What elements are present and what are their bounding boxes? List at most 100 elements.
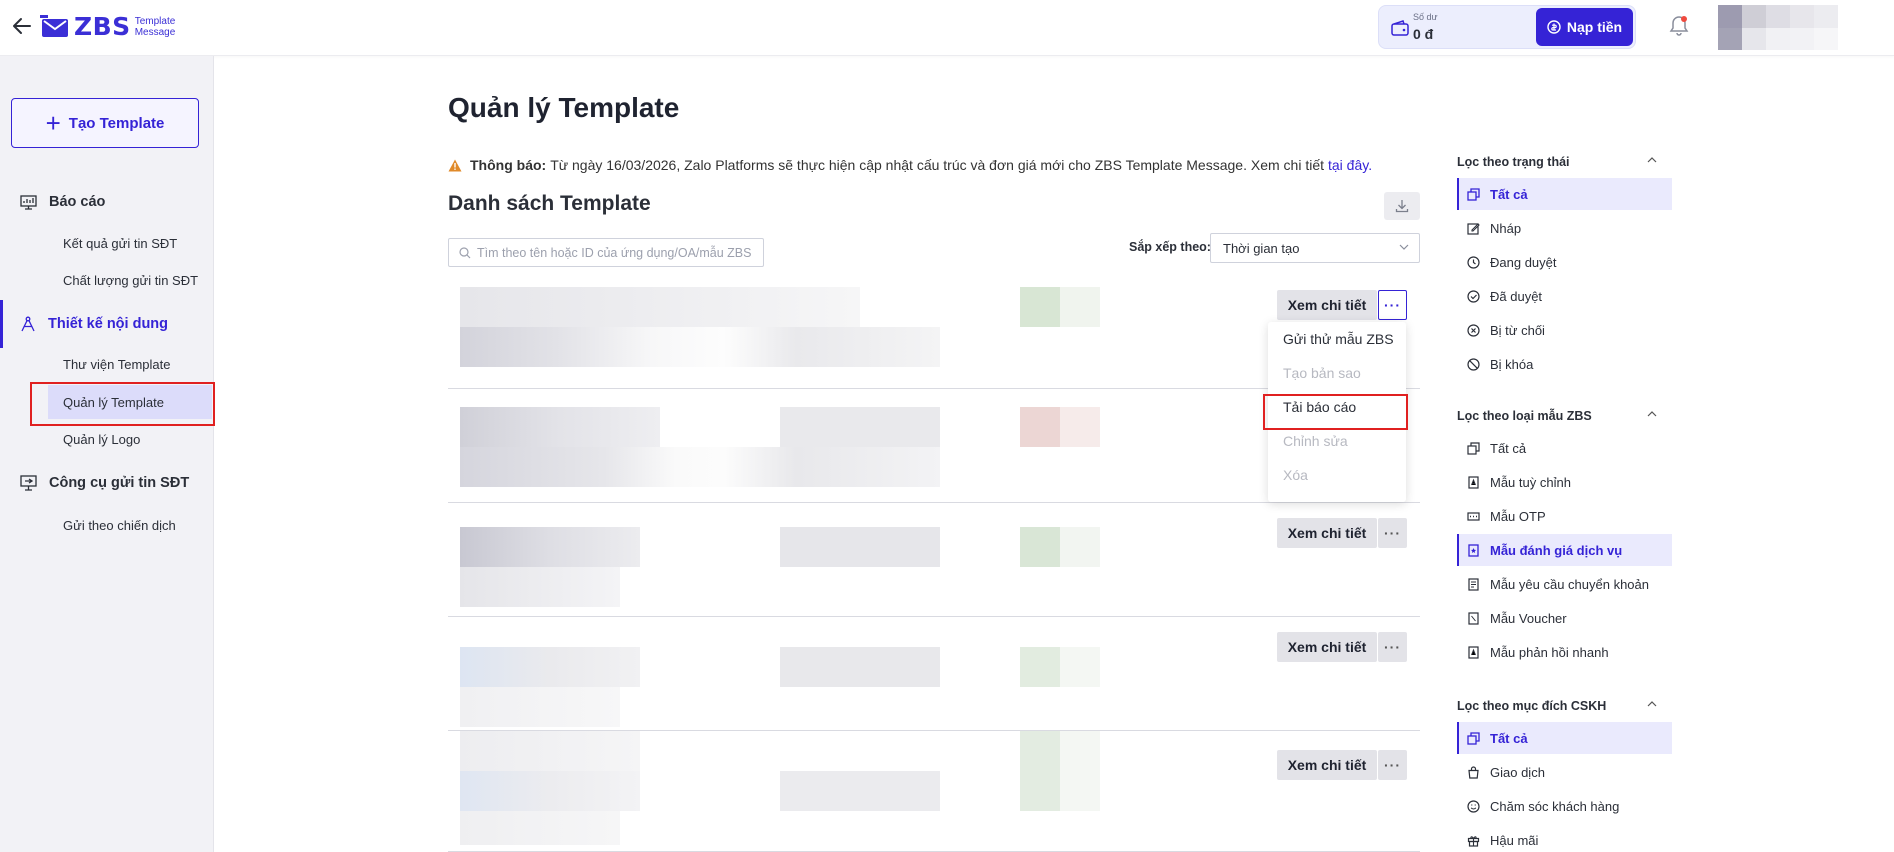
sidebar-item-manage-template[interactable]: Quản lý Template <box>48 385 212 419</box>
copy-icon <box>1467 187 1480 201</box>
view-detail-button[interactable]: Xem chi tiết <box>1277 632 1377 662</box>
blurred-template-info <box>460 731 1100 845</box>
more-options-button[interactable]: ··· <box>1378 290 1407 320</box>
more-options-button[interactable]: ··· <box>1378 750 1407 780</box>
monitor-send-icon <box>20 475 37 491</box>
filter-type-voucher[interactable]: Mẫu Voucher <box>1457 602 1672 634</box>
logo-subtitle-line2: Message <box>134 26 176 38</box>
menu-item-send-test[interactable]: Gửi thử mẫu ZBS <box>1268 322 1406 356</box>
more-options-button[interactable]: ··· <box>1378 632 1407 662</box>
filter-status-pending[interactable]: Đang duyệt <box>1457 246 1672 278</box>
sidebar-item-label: Chất lượng gửi tin SĐT <box>63 272 199 288</box>
sort-select[interactable]: Thời gian tạo <box>1210 233 1420 263</box>
filter-type-rating[interactable]: Mẫu đánh giá dịch vụ <box>1457 534 1672 566</box>
app-logo[interactable]: ZBS Template Message <box>40 12 175 41</box>
filter-status-all[interactable]: Tất cả <box>1457 178 1672 210</box>
sidebar-item-send-results[interactable]: Kết quả gửi tin SĐT <box>48 232 214 254</box>
filter-status-approved[interactable]: Đã duyệt <box>1457 280 1672 312</box>
sidebar-item-label: Gửi theo chiến dịch <box>63 517 176 533</box>
notice-title: Thông báo: <box>470 157 547 173</box>
menu-item-label: Gửi thử mẫu ZBS <box>1283 331 1394 347</box>
row-actions-menu: Gửi thử mẫu ZBS Tạo bản sao Tải báo cáo … <box>1268 322 1406 502</box>
list-title: Danh sách Template <box>448 192 651 215</box>
filter-header-label: Lọc theo loại mẫu ZBS <box>1457 409 1592 423</box>
filter-item-label: Tất cả <box>1490 440 1527 456</box>
filter-item-label: Chăm sóc khách hàng <box>1490 798 1620 814</box>
plus-icon: + <box>45 108 61 138</box>
sidebar-item-template-library[interactable]: Thư viện Template <box>48 353 214 375</box>
sidebar-item-send-quality[interactable]: Chất lượng gửi tin SĐT <box>48 269 214 291</box>
filter-type-all[interactable]: Tất cả <box>1457 432 1672 464</box>
bell-icon[interactable] <box>1668 14 1690 38</box>
filter-type-transfer[interactable]: Mẫu yêu cầu chuyển khoản <box>1457 568 1672 600</box>
filter-header-label: Lọc theo mục đích CSKH <box>1457 699 1607 713</box>
create-template-label: Tạo Template <box>68 114 165 132</box>
template-row: Xem chi tiết ··· <box>420 503 1420 617</box>
nav-group-content-design[interactable]: Thiết kế nội dung <box>0 300 214 348</box>
shopping-bag-icon <box>1468 765 1479 779</box>
filter-type-otp[interactable]: Mẫu OTP <box>1457 500 1672 532</box>
sort-value: Thời gian tạo <box>1223 240 1300 256</box>
view-detail-button[interactable]: Xem chi tiết <box>1277 750 1377 780</box>
more-options-icon: ··· <box>1384 297 1401 313</box>
filter-purpose-transaction[interactable]: Giao dịch <box>1457 756 1672 788</box>
create-template-button[interactable]: + Tạo Template <box>11 98 199 148</box>
filter-status-header[interactable]: Lọc theo trạng thái <box>1457 153 1657 171</box>
download-button[interactable] <box>1384 192 1420 220</box>
chevron-down-icon <box>1399 244 1409 250</box>
star-doc-icon <box>1468 543 1479 557</box>
filter-purpose-all[interactable]: Tất cả <box>1457 722 1672 754</box>
nav-group-reports[interactable]: Báo cáo <box>0 189 214 215</box>
filter-item-label: Mẫu OTP <box>1490 508 1546 524</box>
filter-status-locked[interactable]: Bị khóa <box>1457 348 1672 380</box>
view-detail-button[interactable]: Xem chi tiết <box>1277 518 1377 548</box>
filter-status-rejected[interactable]: Bị từ chối <box>1457 314 1672 346</box>
view-detail-button[interactable]: Xem chi tiết <box>1277 290 1377 320</box>
quick-reply-icon <box>1468 645 1479 659</box>
chevron-up-icon <box>1647 411 1657 417</box>
menu-item-label: Xóa <box>1283 467 1308 483</box>
voucher-icon <box>1468 611 1479 625</box>
filter-item-label: Bị khóa <box>1490 356 1534 372</box>
filter-item-label: Hậu mãi <box>1490 832 1539 848</box>
search-input[interactable]: Tìm theo tên hoặc ID của ứng dụng/OA/mẫu… <box>448 238 764 267</box>
compass-design-icon <box>21 316 35 332</box>
search-placeholder: Tìm theo tên hoặc ID của ứng dụng/OA/mẫu… <box>477 245 752 260</box>
nav-group-send-tools[interactable]: Công cụ gửi tin SĐT <box>0 470 214 496</box>
filter-purpose-after-sales[interactable]: Hậu mãi <box>1457 824 1672 852</box>
filter-item-label: Tất cả <box>1490 186 1528 202</box>
filter-type-custom[interactable]: Mẫu tuỳ chỉnh <box>1457 466 1672 498</box>
template-row: Xem chi tiết ··· <box>420 617 1420 731</box>
ban-icon <box>1467 357 1480 371</box>
sort-label: Sắp xếp theo: <box>1129 240 1211 254</box>
filter-purpose-header[interactable]: Lọc theo mục đích CSKH <box>1457 697 1657 715</box>
chevron-up-icon <box>1647 157 1657 163</box>
filter-type-header[interactable]: Lọc theo loại mẫu ZBS <box>1457 407 1657 425</box>
chevron-up-icon <box>1647 701 1657 707</box>
sidebar-item-manage-logo[interactable]: Quản lý Logo <box>48 428 214 450</box>
more-options-icon: ··· <box>1384 525 1401 541</box>
more-options-icon: ··· <box>1384 639 1401 655</box>
edit-icon <box>1467 222 1480 235</box>
gift-icon <box>1467 835 1480 847</box>
clock-icon <box>1467 255 1480 269</box>
menu-item-download-report[interactable]: Tải báo cáo <box>1268 390 1406 424</box>
more-options-button[interactable]: ··· <box>1378 518 1407 548</box>
topup-button[interactable]: Nạp tiền <box>1536 8 1633 46</box>
more-options-icon: ··· <box>1384 757 1401 773</box>
blurred-template-info <box>460 617 1100 731</box>
back-arrow-icon[interactable] <box>10 14 34 38</box>
sidebar-item-label: Kết quả gửi tin SĐT <box>63 235 178 251</box>
view-detail-label: Xem chi tiết <box>1287 525 1367 541</box>
copy-icon <box>1467 731 1480 745</box>
notice-link[interactable]: tại đây. <box>1328 157 1372 173</box>
sidebar-item-send-campaign[interactable]: Gửi theo chiến dịch <box>48 514 214 536</box>
nav-group-label: Công cụ gửi tin SĐT <box>49 475 190 491</box>
filter-item-label: Mẫu yêu cầu chuyển khoản <box>1490 576 1649 592</box>
filter-purpose-customer-care[interactable]: Chăm sóc khách hàng <box>1457 790 1672 822</box>
filter-type-quick-reply[interactable]: Mẫu phản hồi nhanh <box>1457 636 1672 668</box>
user-avatar[interactable] <box>1718 5 1838 50</box>
menu-item-duplicate: Tạo bản sao <box>1268 356 1406 390</box>
filter-status-draft[interactable]: Nháp <box>1457 212 1672 244</box>
receipt-icon <box>1468 577 1479 591</box>
